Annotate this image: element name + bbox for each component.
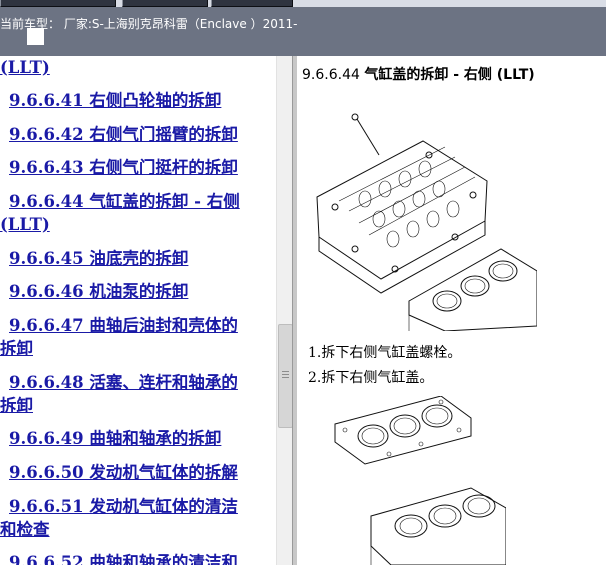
toolbar-button-3[interactable]: [211, 0, 293, 7]
toc-item-9.6.6.51[interactable]: 9.6.6.51 发动机气缸体的清洁 和检查: [0, 495, 276, 541]
toolbar-button-1[interactable]: [0, 0, 116, 7]
toc-item-label: 9.6.6.48 活塞、连杆和轴承的: [9, 373, 238, 392]
cylinder-bores: [432, 260, 518, 312]
step-2: 2.拆下右侧气缸盖。: [308, 370, 434, 386]
toc-item-label: 9.6.6.47 曲轴后油封和壳体的: [9, 316, 238, 335]
toc-item-label-cont: 拆卸: [0, 339, 33, 358]
engine-block-deck: [408, 248, 537, 331]
toc-item-9.6.6.50[interactable]: 9.6.6.50 发动机气缸体的拆解: [0, 461, 276, 484]
toc-item-llt-continued[interactable]: (LLT): [0, 56, 276, 79]
content-panel: 9.6.6.44 气缸盖的拆卸 - 右侧 (LLT) 1.拆下右侧气缸盖螺栓。 …: [297, 56, 606, 565]
step-1: 1.拆下右侧气缸盖螺栓。: [308, 345, 462, 361]
toc-item-label-cont: (LLT): [0, 215, 50, 234]
toc-item-9.6.6.41[interactable]: 9.6.6.41 右侧凸轮轴的拆卸: [0, 89, 276, 112]
toc-item-label: 9.6.6.50 发动机气缸体的拆解: [9, 463, 238, 482]
toc-scrollbar[interactable]: [276, 56, 293, 565]
cam-lobes: [358, 160, 460, 248]
head-gasket-illustration: [334, 396, 506, 565]
toc-item-9.6.6.43[interactable]: 9.6.6.43 右侧气门挺杆的拆卸: [0, 156, 276, 179]
block-bores: [394, 494, 496, 538]
toc-item-label: 9.6.6.45 油底壳的拆卸: [9, 249, 189, 268]
toc-item-label: 9.6.6.41 右侧凸轮轴的拆卸: [9, 91, 222, 110]
head-bolts: [331, 151, 477, 273]
wrench-shaft: [356, 118, 380, 156]
toc-item-label: 9.6.6.51 发动机气缸体的清洁: [9, 497, 238, 516]
cylinder-head-outline: [316, 140, 488, 280]
toc-panel: (LLT) 9.6.6.41 右侧凸轮轴的拆卸 9.6.6.42 右侧气门摇臂的…: [0, 56, 276, 565]
toc-item-9.6.6.49[interactable]: 9.6.6.49 曲轴和轴承的拆卸: [0, 427, 276, 450]
scrollbar-grip-line: [282, 377, 289, 378]
toc-item-label: 9.6.6.49 曲轴和轴承的拆卸: [9, 429, 222, 448]
toc-item-9.6.6.47[interactable]: 9.6.6.47 曲轴后油封和壳体的 拆卸: [0, 314, 276, 360]
toolbar-strip: [0, 0, 606, 7]
toc-item-9.6.6.48[interactable]: 9.6.6.48 活塞、连杆和轴承的 拆卸: [0, 371, 276, 417]
wrench-head: [351, 113, 359, 121]
select-checkbox[interactable]: [27, 28, 44, 45]
section-heading: 9.6.6.44 气缸盖的拆卸 - 右侧 (LLT): [302, 64, 535, 84]
gasket-bolt-holes: [342, 399, 462, 457]
head-gasket-outline: [334, 396, 472, 465]
toc-item-9.6.6.42[interactable]: 9.6.6.42 右侧气门摇臂的拆卸: [0, 123, 276, 146]
toc-item-9.6.6.46[interactable]: 9.6.6.46 机油泵的拆卸: [0, 280, 276, 303]
toolbar-button-2[interactable]: [122, 0, 208, 7]
scrollbar-grip-line: [282, 371, 289, 372]
section-title: 气缸盖的拆卸 - 右侧 (LLT): [364, 67, 535, 83]
toc-item-label: (LLT): [0, 58, 50, 77]
toc-item-label: 9.6.6.52 曲轴和轴承的清洁和: [9, 553, 238, 565]
toc-item-9.6.6.44[interactable]: 9.6.6.44 气缸盖的拆卸 - 右侧 (LLT): [0, 190, 276, 236]
toc-item-label-cont: 拆卸: [0, 396, 33, 415]
gasket-bores: [357, 404, 453, 448]
app-header: 当前车型： 厂家:S-上海别克昂科雷（Enclave ）2011-: [0, 0, 606, 56]
toc-item-label: 9.6.6.42 右侧气门摇臂的拆卸: [9, 125, 238, 144]
cylinder-head-side: [318, 221, 486, 294]
toc-item-9.6.6.52[interactable]: 9.6.6.52 曲轴和轴承的清洁和: [0, 551, 276, 565]
toc-item-label-cont: 和检查: [0, 520, 50, 539]
toc-item-9.6.6.45[interactable]: 9.6.6.45 油底壳的拆卸: [0, 247, 276, 270]
toc-item-label: 9.6.6.46 机油泵的拆卸: [9, 282, 189, 301]
section-number: 9.6.6.44: [302, 67, 360, 83]
scrollbar-thumb[interactable]: [278, 324, 293, 428]
scrollbar-grip-line: [282, 374, 289, 375]
current-vehicle-breadcrumb: 当前车型： 厂家:S-上海别克昂科雷（Enclave ）2011-: [0, 17, 298, 31]
toc-item-label: 9.6.6.43 右侧气门挺杆的拆卸: [9, 158, 238, 177]
toc-item-label: 9.6.6.44 气缸盖的拆卸 - 右侧: [9, 192, 240, 211]
cylinder-head-bolts-illustration: [316, 113, 537, 331]
